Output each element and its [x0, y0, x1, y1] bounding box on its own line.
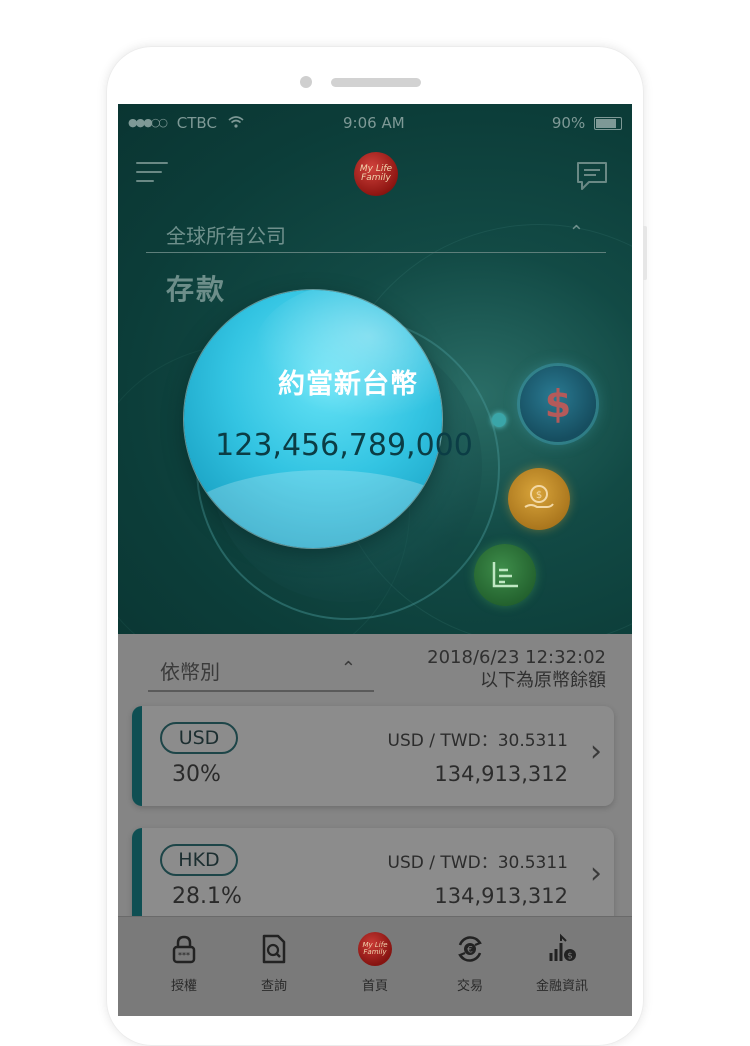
side-button [643, 226, 647, 280]
app-screen: ●●●○○ CTBC 9:06 AM 90% My Life Family 全球… [118, 104, 632, 1016]
logo-text: My Life Family [359, 164, 393, 183]
updown-chevron-icon: ⌃ [340, 658, 356, 679]
currency-code-badge: HKD [160, 844, 238, 876]
svg-text:$: $ [567, 952, 573, 962]
card-accent-bar [132, 706, 142, 806]
clock: 9:06 AM [343, 114, 405, 132]
camera-dot [300, 76, 312, 88]
battery-level: 90% [551, 114, 586, 132]
wifi-icon [228, 114, 244, 132]
currency-filter-value: 依幣別 [160, 660, 220, 684]
card-accent-bar [132, 828, 142, 928]
timestamp-note: 以下為原幣餘額 [480, 670, 606, 691]
balance-amount: 134,913,312 [434, 762, 568, 786]
bottom-navigation: *** 授權 查詢 My Life Family 首頁 € 交易 $ 金融資訊 [118, 916, 632, 1016]
chevron-right-icon[interactable]: › [590, 856, 602, 891]
exchange-icon: € [430, 927, 510, 971]
battery-icon [594, 117, 622, 130]
app-logo[interactable]: My Life Family [354, 152, 398, 196]
nav-label: 交易 [456, 979, 483, 994]
nav-item-transaction[interactable]: € 交易 [430, 927, 510, 994]
dollar-icon[interactable]: $ [520, 366, 596, 442]
chevron-right-icon[interactable]: › [590, 734, 602, 769]
hamburger-menu-icon[interactable] [136, 160, 168, 186]
balance-timestamp: 2018/6/23 12:32:02 以下為原幣餘額 [427, 646, 606, 692]
signal-icon: ●●●○○ [128, 116, 168, 129]
nav-item-query[interactable]: 查詢 [234, 927, 314, 994]
currency-percent: 28.1% [172, 884, 242, 909]
nav-item-finance-info[interactable]: $ 金融資訊 [522, 927, 602, 994]
balance-amount: 134,913,312 [434, 884, 568, 908]
speaker-grille [331, 78, 421, 87]
currency-code-badge: USD [160, 722, 238, 754]
lock-icon: *** [144, 927, 224, 971]
svg-text:$: $ [536, 490, 542, 501]
exchange-rate: USD / TWD：30.5311 [387, 853, 568, 873]
finance-chart-icon: $ [522, 927, 602, 971]
nav-label: 首頁 [361, 979, 388, 994]
summary-title: 約當新台幣 [278, 369, 418, 400]
nav-item-home[interactable]: My Life Family 首頁 [335, 927, 415, 994]
currency-percent: 30% [172, 762, 221, 787]
search-document-icon [234, 927, 314, 971]
nav-label: 授權 [170, 979, 197, 994]
nav-label: 查詢 [260, 979, 287, 994]
status-right: 90% [552, 114, 622, 132]
bubble-wave [184, 470, 442, 548]
page-title: 存款 [166, 273, 227, 306]
orbit-indicator-dot [492, 413, 506, 427]
summary-bubble[interactable] [184, 290, 442, 548]
updown-chevron-icon: ⌃ [568, 222, 584, 243]
svg-text:***: *** [178, 951, 190, 960]
chart-icon[interactable] [474, 544, 536, 606]
currency-filter-select[interactable]: 依幣別 ⌃ [148, 646, 374, 692]
hero-panel: ●●●○○ CTBC 9:06 AM 90% My Life Family 全球… [118, 104, 632, 676]
nav-logo-text: My Life Family [362, 941, 388, 956]
account-card[interactable]: HKD 28.1% USD / TWD：30.5311 134,913,312 … [132, 828, 614, 928]
coin-hand-icon[interactable]: $ [508, 468, 570, 530]
status-left: ●●●○○ CTBC [128, 114, 244, 132]
exchange-rate: USD / TWD：30.5311 [387, 731, 568, 751]
status-bar: ●●●○○ CTBC 9:06 AM 90% [128, 114, 622, 134]
chat-icon[interactable] [575, 160, 609, 192]
carrier-name: CTBC [176, 114, 217, 132]
timestamp-datetime: 2018/6/23 12:32:02 [427, 647, 606, 668]
nav-label: 金融資訊 [535, 979, 588, 994]
summary-amount: 123,456,789,000 [215, 428, 473, 463]
company-selector-value: 全球所有公司 [166, 224, 286, 248]
nav-item-authorize[interactable]: *** 授權 [144, 927, 224, 994]
company-selector[interactable]: 全球所有公司 ⌃ [146, 214, 606, 253]
svg-text:€: € [467, 946, 473, 956]
home-logo-icon: My Life Family [335, 927, 415, 971]
account-card[interactable]: USD 30% USD / TWD：30.5311 134,913,312 › [132, 706, 614, 806]
